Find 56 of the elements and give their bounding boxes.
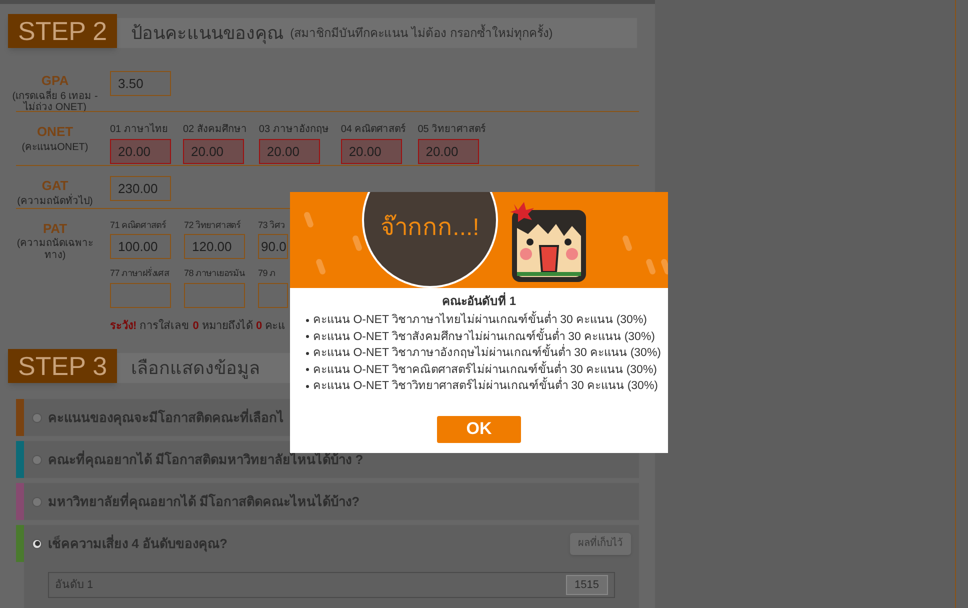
score-field[interactable] [184,282,245,308]
bullet-icon [306,368,309,372]
step-title: ป้อนคะแนนของคุณ [131,22,284,46]
score-note: (ความถนัดเฉพาะทาง) [16,238,94,262]
reason-item: คะแนน O-NET วิชาสังคมศึกษาไม่ผ่านเกณฑ์ขั้นต่ำ 30 คะแนน (30%) [313,328,656,345]
subject-label: 77 ภาษาฝรั่งเศส [110,267,170,280]
ok-button[interactable]: OK [437,416,521,442]
bullet-icon [306,384,309,388]
score-label: GPA [41,72,69,88]
subject-label: 05 วิทยาศาสตร์ [418,122,486,137]
subject-label: 71 คณิตศาสตร์ [110,218,168,232]
score-label: GAT [42,177,68,194]
radio-button[interactable] [32,538,42,549]
banner-text: จ๊ากกก...! [380,213,480,243]
step-badge: STEP 3 [8,349,118,384]
score-field[interactable]: 100.00 [110,234,171,260]
score-note: (ความถนัดทั่วไป) [17,196,93,208]
score-field[interactable]: 20.00 [418,139,479,164]
score-field[interactable]: 90.0 [258,234,288,260]
subject-label: 02 สังคมศึกษา [183,123,247,137]
score-field[interactable]: 20.00 [340,139,402,164]
score-field[interactable]: 20.00 [110,139,171,164]
score-field[interactable]: 20.00 [258,139,320,164]
subject-label: 78 ภาษาเยอรมัน [184,267,246,280]
subject-label: 72 วิทยาศาสตร์ [184,218,242,232]
bullet-icon [306,335,309,338]
reason-item: คะแนน O-NET วิชาภาษาอังกฤษไม่ผ่านเกณฑ์ขั้นต่ำ 30 คะแนน (30%) [313,345,662,362]
step-subtitle: (สมาชิกมีบันทึกคะแนน ไม่ต้อง กรอกซ้ำใหม่ทุกครั้ง) [290,24,553,42]
subject-label: 73 วิศว [258,218,286,232]
radio-button[interactable] [32,454,42,465]
score-field[interactable]: 230.00 [110,176,171,202]
subject-label: 01 ภาษาไทย [110,122,169,137]
score-note: (เกรดเฉลี่ย 6 เทอม - ไม่ถ่วง ONET) [11,90,99,113]
score-field[interactable]: 3.50 [110,71,171,96]
bullet-icon [306,352,309,355]
score-field[interactable] [258,282,288,308]
score-note: (คะแนนONET) [22,142,88,154]
subject-label: 03 ภาษาอังกฤษ [258,123,329,137]
score-label: ONET [36,123,74,141]
score-label: PAT [42,220,68,238]
step-badge: STEP 2 [8,14,118,48]
reason-item: คะแนน O-NET วิชาภาษาไทยไม่ผ่านเกณฑ์ขั้นต่ำ 30 คะแนน (30%) [313,312,648,328]
reason-item: คะแนน O-NET วิชาคณิตศาสตร์ไม่ผ่านเกณฑ์ขั้นต่ำ 30 คะแนน (30%) [313,362,658,378]
subject-label: 79 ภ [258,267,276,280]
score-field[interactable]: 120.00 [184,234,245,260]
bullet-icon [306,318,309,322]
score-field[interactable]: 20.00 [183,139,244,164]
radio-button[interactable] [32,496,42,507]
step-title: เลือกแสดงข้อมูล [131,356,260,381]
reason-item: คะแนน O-NET วิชาวิทยาศาสตร์ไม่ผ่านเกณฑ์ขั้นต่ำ 30 คะแนน (30%) [313,378,658,394]
score-field[interactable] [110,282,171,308]
dialog-heading: คณะอันดับที่ 1 [442,292,516,310]
subject-label: 04 คณิตศาสตร์ [340,122,406,137]
rank-field[interactable]: 1515 [566,575,608,596]
zero-warning: ระวัง! การใส่เลข 0 หมายถึงได้ 0 คะแ [110,318,286,334]
radio-button[interactable] [32,412,42,423]
